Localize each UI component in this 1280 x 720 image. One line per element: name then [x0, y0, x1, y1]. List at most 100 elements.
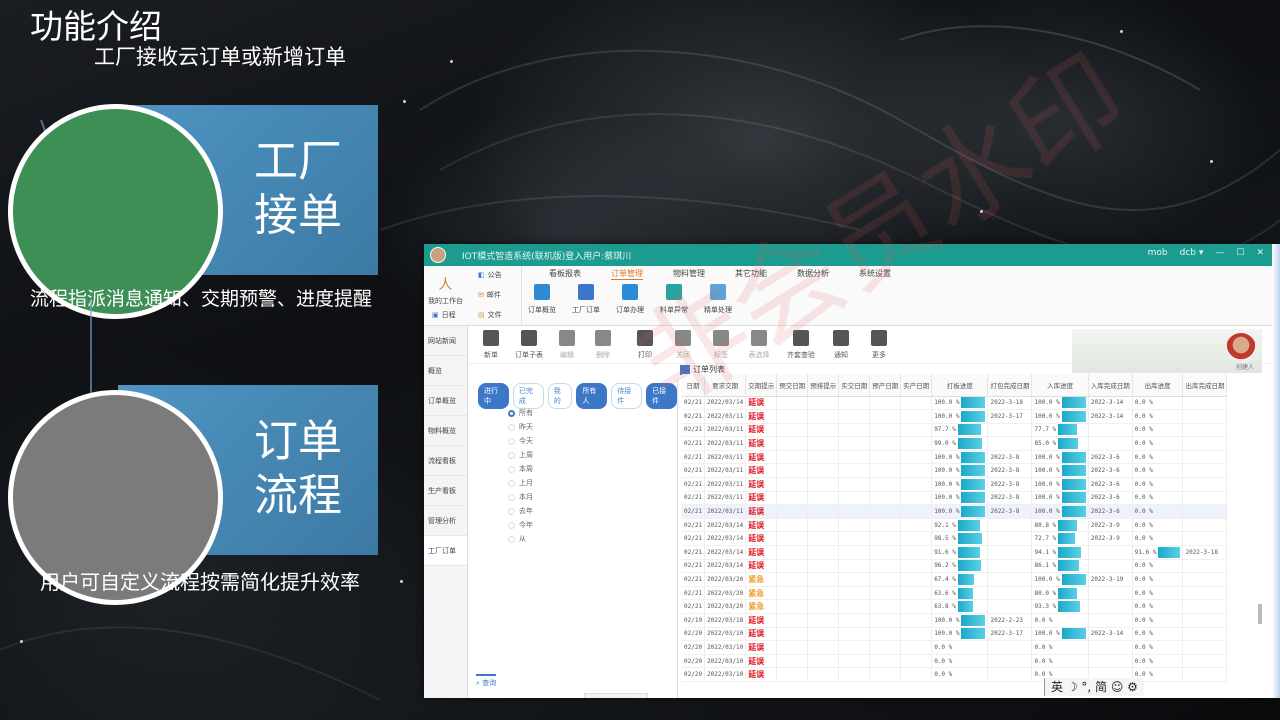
filter-option[interactable]: 上周: [508, 450, 533, 460]
filter-chip[interactable]: 所有人: [576, 383, 608, 409]
vertical-scrollbar[interactable]: [1258, 604, 1262, 624]
table-row[interactable]: 02/20 2022/03/10 延误 0.0 % 0.0 % 0.0 %: [682, 640, 1228, 655]
window-control[interactable]: —: [1215, 248, 1224, 258]
mail-button[interactable]: ✉ 邮件: [478, 290, 501, 300]
filter-option[interactable]: 昨天: [508, 422, 533, 432]
workbench-button[interactable]: 人 我的工作台: [428, 274, 463, 306]
column-header[interactable]: 交期提示: [745, 374, 778, 397]
table-row[interactable]: 02/21 2022/03/14 延误 98.5 % 72.7 % 2022-3-9 0.0…: [682, 531, 1228, 547]
column-header[interactable]: 出库进度: [1132, 374, 1184, 397]
table-row[interactable]: 02/21 2022/03/20 紧急 63.6 % 80.0 % 0.0 %: [682, 586, 1228, 601]
cell-print-progress-text: 100.0 %: [934, 453, 960, 461]
filter-option[interactable]: 本周: [508, 464, 533, 474]
toolbar-button[interactable]: 关闭: [666, 330, 700, 360]
cell-in-progress-text: 100.0 %: [1034, 399, 1060, 407]
column-header[interactable]: 出库完成日期: [1182, 374, 1228, 397]
ribbon-button[interactable]: 精单处理: [700, 284, 736, 315]
notice-button[interactable]: ◧ 公告: [478, 270, 502, 280]
column-header[interactable]: 预产日期: [869, 374, 902, 397]
table-row[interactable]: 02/21 2022/03/11 延误 100.0 % 2022-3-8 100.0 % 2…: [682, 504, 1228, 519]
table-row[interactable]: 02/19 2022/03/18 延误 100.0 % 2022-2-23 0.0 % 0.…: [682, 613, 1228, 628]
ribbon-button[interactable]: 订单概览: [524, 284, 560, 315]
column-header[interactable]: 日期: [682, 374, 706, 397]
table-row[interactable]: 02/21 2022/03/14 延误 91.6 % 94.1 % 91.6 % 2022-…: [682, 545, 1228, 560]
table-row[interactable]: 02/21 2022/03/11 延误 100.0 % 2022-3-8 100.0 % 2…: [682, 463, 1228, 479]
table-row[interactable]: 02/20 2022/03/10 延误 100.0 % 2022-3-17 100.0 %…: [682, 627, 1228, 642]
column-header[interactable]: 入库进度: [1031, 374, 1089, 397]
table-row[interactable]: 02/21 2022/03/11 延误 100.0 % 2022-3-17 100.0 %…: [682, 409, 1228, 424]
table-row[interactable]: 02/21 2022/03/14 延误 92.1 % 80.8 % 2022-3-9 0.0…: [682, 518, 1228, 533]
left-nav-item[interactable]: 流程看板: [424, 446, 467, 476]
table-row[interactable]: 02/21 2022/03/20 紧急 63.8 % 93.3 % 0.0 %: [682, 599, 1228, 614]
window-control[interactable]: ☐: [1236, 248, 1244, 258]
filter-chip[interactable]: 已接件: [646, 383, 677, 409]
toolbar-button[interactable]: 编辑: [550, 330, 584, 360]
window-control[interactable]: dcb ▾: [1180, 248, 1204, 258]
toolbar-button[interactable]: 表选择: [742, 330, 776, 360]
ime-toolbar[interactable]: 英 ☽ °, 简 ☺ ⚙: [1044, 678, 1144, 696]
window-control[interactable]: mob: [1148, 248, 1168, 258]
column-header[interactable]: 实交日期: [838, 374, 871, 397]
menu-tab[interactable]: 其它功能: [735, 268, 767, 280]
toolbar-button[interactable]: 齐套查验: [784, 330, 818, 360]
table-row[interactable]: 02/21 2022/03/14 延误 100.0 % 2022-3-18 100.0 %…: [682, 396, 1228, 411]
files-button[interactable]: ▤ 文件: [478, 310, 502, 320]
table-row[interactable]: 02/21 2022/03/11 延误 99.0 % 85.0 % 0.0 %: [682, 436, 1228, 451]
menu-tab[interactable]: 订单管理: [611, 268, 643, 280]
toolbar-button[interactable]: 删除: [586, 330, 620, 360]
filter-option[interactable]: 所有: [508, 408, 533, 418]
left-nav-item[interactable]: 物料概览: [424, 416, 467, 446]
filter-option[interactable]: 本月: [508, 492, 533, 502]
filter-option[interactable]: 去年: [508, 506, 533, 516]
column-header[interactable]: 打板进度: [931, 374, 989, 397]
toolbar-label: 标签: [714, 351, 728, 359]
ribbon-button[interactable]: 工厂订单: [568, 284, 604, 315]
toolbar-button[interactable]: 通知: [824, 330, 858, 360]
column-header[interactable]: 实产日期: [900, 374, 933, 397]
toolbar-button[interactable]: 标签: [704, 330, 738, 360]
table-row[interactable]: 02/21 2022/03/11 延误 100.0 % 2022-3-8 100.0 % 2…: [682, 450, 1228, 465]
menu-tab[interactable]: 物料管理: [673, 268, 705, 280]
left-nav-item[interactable]: 管理分析: [424, 506, 467, 536]
date-from-input[interactable]: [584, 693, 648, 698]
schedule-button[interactable]: ▣ 日程: [432, 310, 456, 320]
window-control[interactable]: ✕: [1256, 248, 1264, 258]
menu-tab[interactable]: 数据分析: [797, 268, 829, 280]
left-nav-item[interactable]: 工厂订单: [424, 536, 467, 566]
filter-option[interactable]: 从: [508, 534, 526, 544]
filter-option[interactable]: 今年: [508, 520, 533, 530]
filter-chip[interactable]: 我的: [547, 383, 573, 409]
left-nav-item[interactable]: 网站新闻: [424, 326, 467, 356]
left-nav-item[interactable]: 概览: [424, 356, 467, 386]
table-row[interactable]: 02/21 2022/03/20 紧急 67.4 % 100.0 % 2022-3-19 0…: [682, 572, 1228, 587]
ribbon-button[interactable]: 料单异常: [656, 284, 692, 315]
ribbon-button[interactable]: 订单办理: [612, 284, 648, 315]
table-row[interactable]: 02/21 2022/03/11 延误 97.7 % 77.7 % 0.0 %: [682, 423, 1228, 438]
filter-option[interactable]: 上月: [508, 478, 533, 488]
column-header[interactable]: 预交日期: [776, 374, 809, 397]
table-row[interactable]: 02/21 2022/03/11 延误 100.0 % 2022-3-8 100.0 % 2…: [682, 491, 1228, 506]
column-header[interactable]: 要求交期: [704, 374, 747, 397]
left-nav-item[interactable]: 订单概览: [424, 386, 467, 416]
table-row[interactable]: 02/20 2022/03/10 延误 0.0 % 0.0 % 0.0 %: [682, 667, 1228, 682]
menu-tab[interactable]: 看板报表: [549, 268, 581, 280]
toolbar-button[interactable]: 新单: [474, 330, 508, 360]
filter-option[interactable]: 今天: [508, 436, 533, 446]
column-header[interactable]: 预排提示: [807, 374, 840, 397]
table-row[interactable]: 02/21 2022/03/14 延误 96.2 % 86.1 % 0.0 %: [682, 559, 1228, 574]
filter-chip[interactable]: 待接件: [611, 383, 643, 409]
cell-out-done: [1182, 423, 1228, 438]
table-row[interactable]: 02/20 2022/03/10 延误 0.0 % 0.0 % 0.0 %: [682, 654, 1228, 669]
filter-chip[interactable]: 进行中: [478, 383, 509, 409]
column-header[interactable]: 入库完成日期: [1088, 374, 1133, 397]
avatar[interactable]: [1226, 333, 1256, 363]
menu-tab[interactable]: 系统设置: [859, 268, 891, 280]
query-tab[interactable]: ⌕ 查询: [476, 674, 497, 688]
column-header[interactable]: 打包完成日期: [987, 374, 1033, 397]
toolbar-button[interactable]: 打印: [628, 330, 662, 360]
table-row[interactable]: 02/21 2022/03/11 延误 100.0 % 2022-3-8 100.0 % 2…: [682, 477, 1228, 492]
toolbar-button[interactable]: 更多: [862, 330, 896, 360]
left-nav-item[interactable]: 生产看板: [424, 476, 467, 506]
filter-chip[interactable]: 已完成: [512, 383, 544, 409]
toolbar-button[interactable]: 订单子表: [512, 330, 546, 360]
